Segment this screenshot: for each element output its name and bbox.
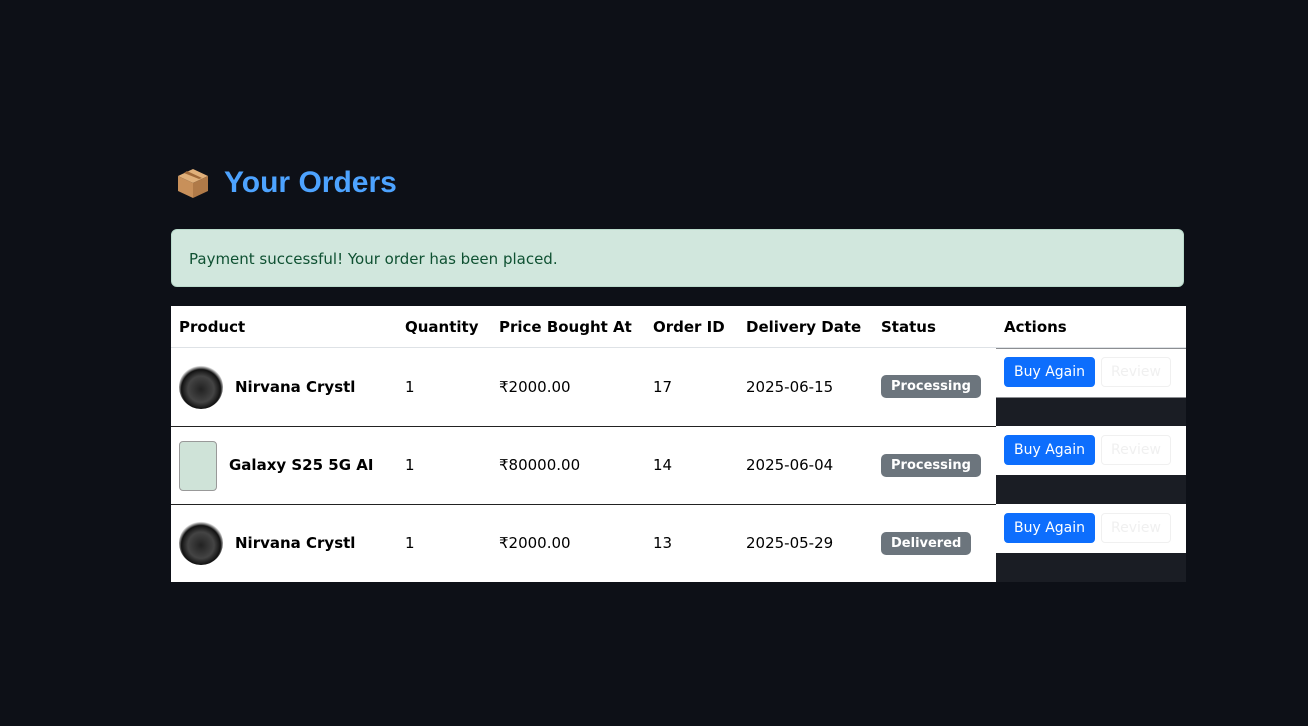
- success-alert: Payment successful! Your order has been …: [171, 229, 1184, 287]
- price: ₹2000.00: [491, 504, 645, 582]
- header-price: Price Bought At: [491, 306, 645, 348]
- price: ₹80000.00: [491, 426, 645, 505]
- quantity: 1: [397, 347, 491, 427]
- header-status: Status: [873, 306, 996, 348]
- page-title: Your Orders: [224, 166, 397, 199]
- buy-again-button[interactable]: Buy Again: [1004, 513, 1096, 543]
- table-header-row: Product Quantity Price Bought At Order I…: [171, 306, 1186, 348]
- table-row: Galaxy S25 5G AI 1 ₹80000.00 14 2025-06-…: [171, 426, 1186, 505]
- product-image: [179, 521, 223, 566]
- order-id: 13: [645, 504, 738, 582]
- header-delivery-date: Delivery Date: [738, 306, 873, 348]
- order-id: 14: [645, 426, 738, 505]
- page-header: Your Orders: [176, 166, 397, 200]
- order-id: 17: [645, 347, 738, 427]
- header-quantity: Quantity: [397, 306, 491, 348]
- table-row: Nirvana Crystl 1 ₹2000.00 17 2025-06-15 …: [171, 347, 1186, 427]
- delivery-date: 2025-06-15: [738, 347, 873, 427]
- product-image: [179, 441, 217, 491]
- product-name: Nirvana Crystl: [235, 534, 356, 553]
- quantity: 1: [397, 426, 491, 505]
- status-badge: Processing: [881, 453, 981, 477]
- header-order-id: Order ID: [645, 306, 738, 348]
- header-actions: Actions: [996, 306, 1186, 348]
- buy-again-button[interactable]: Buy Again: [1004, 357, 1096, 387]
- table-row: Nirvana Crystl 1 ₹2000.00 13 2025-05-29 …: [171, 504, 1186, 582]
- price: ₹2000.00: [491, 347, 645, 427]
- product-name: Galaxy S25 5G AI: [229, 456, 374, 474]
- quantity: 1: [397, 504, 491, 582]
- status-badge: Delivered: [881, 531, 972, 555]
- product-name: Nirvana Crystl: [235, 377, 356, 396]
- delivery-date: 2025-05-29: [738, 504, 873, 582]
- review-button[interactable]: Review: [1101, 357, 1171, 387]
- product-image: [179, 364, 223, 409]
- status-badge: Processing: [881, 375, 981, 399]
- buy-again-button[interactable]: Buy Again: [1004, 435, 1096, 465]
- header-product: Product: [171, 306, 397, 348]
- delivery-date: 2025-06-04: [738, 426, 873, 505]
- review-button[interactable]: Review: [1101, 513, 1171, 543]
- review-button[interactable]: Review: [1101, 435, 1171, 465]
- orders-table: Product Quantity Price Bought At Order I…: [171, 306, 1186, 582]
- package-icon: [178, 169, 208, 198]
